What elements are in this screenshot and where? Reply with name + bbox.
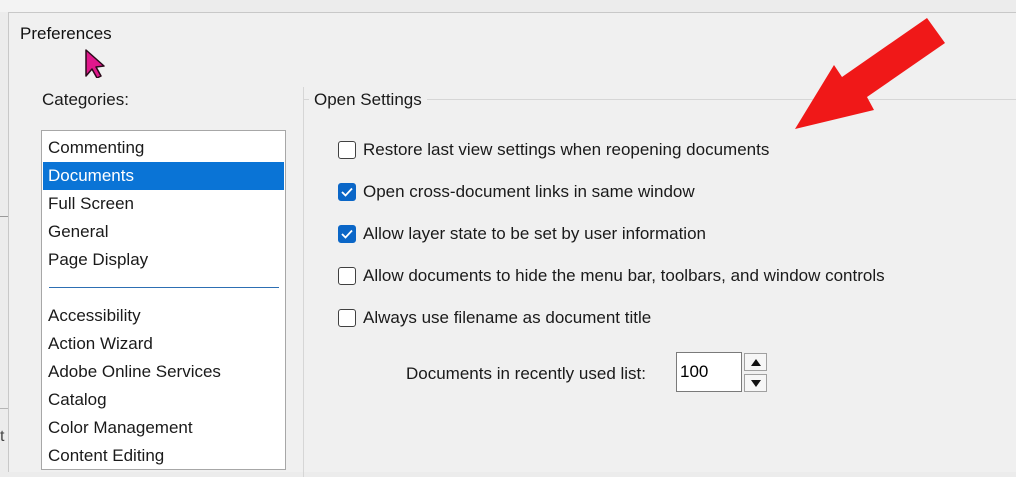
- category-item[interactable]: General: [43, 218, 284, 246]
- option-checkbox[interactable]: [338, 141, 356, 159]
- option-row[interactable]: Open cross-document links in same window: [338, 181, 695, 203]
- spin-up-button[interactable]: [744, 353, 767, 371]
- red-arrow-icon: [795, 18, 945, 129]
- spin-down-button[interactable]: [744, 374, 767, 392]
- option-row[interactable]: Restore last view settings when reopenin…: [338, 139, 769, 161]
- category-item[interactable]: Documents: [43, 162, 284, 190]
- option-label: Allow layer state to be set by user info…: [363, 224, 706, 243]
- category-item[interactable]: Color Management: [43, 414, 284, 442]
- option-row[interactable]: Allow documents to hide the menu bar, to…: [338, 265, 885, 287]
- category-item[interactable]: Content Editing: [43, 442, 284, 469]
- recent-list-label: Documents in recently used list:: [406, 364, 646, 383]
- categories-list[interactable]: Commenting Documents Full Screen General Pag…: [41, 130, 286, 470]
- category-item[interactable]: Full Screen: [43, 190, 284, 218]
- checkmark-icon: [341, 229, 353, 239]
- category-item[interactable]: Adobe Online Services: [43, 358, 284, 386]
- triangle-down-icon: [750, 379, 761, 387]
- option-label: Open cross-document links in same window: [363, 182, 695, 201]
- background-window-text: t: [0, 428, 5, 445]
- option-checkbox[interactable]: [338, 267, 356, 285]
- group-box-border: [303, 87, 304, 477]
- category-divider: [49, 287, 279, 288]
- option-row[interactable]: Always use filename as document title: [338, 307, 651, 329]
- category-item[interactable]: Page Display: [43, 246, 284, 274]
- option-label: Always use filename as document title: [363, 308, 652, 327]
- category-item[interactable]: Catalog: [43, 386, 284, 414]
- background-window-line: [0, 216, 8, 217]
- option-label: Allow documents to hide the menu bar, to…: [363, 266, 885, 285]
- option-row[interactable]: Allow layer state to be set by user info…: [338, 223, 706, 245]
- recent-list-count-input[interactable]: [676, 352, 742, 392]
- option-checkbox[interactable]: [338, 183, 356, 201]
- categories-label: Categories:: [42, 90, 129, 109]
- category-item[interactable]: Action Wizard: [43, 330, 284, 358]
- category-item[interactable]: Commenting: [43, 134, 284, 162]
- mouse-pointer-icon: [85, 49, 105, 78]
- checkmark-icon: [341, 187, 353, 197]
- option-label: Restore last view settings when reopenin…: [363, 140, 770, 159]
- option-checkbox[interactable]: [338, 225, 356, 243]
- triangle-up-icon: [750, 358, 761, 366]
- category-item[interactable]: Accessibility: [43, 302, 284, 330]
- option-checkbox[interactable]: [338, 309, 356, 327]
- background-window-strip: [0, 0, 150, 12]
- open-settings-group-label: Open Settings: [309, 90, 427, 110]
- background-window-line: [0, 408, 8, 409]
